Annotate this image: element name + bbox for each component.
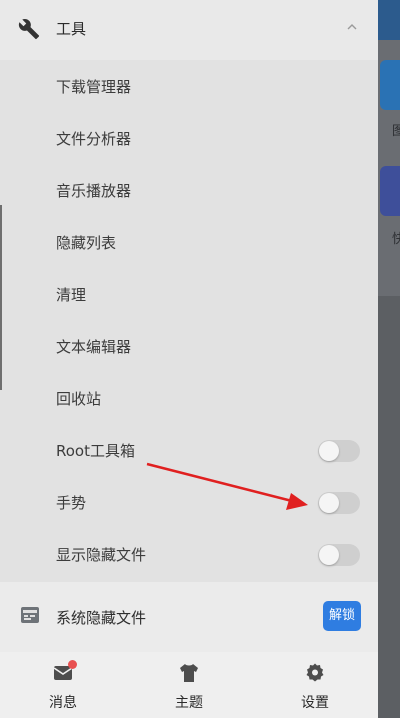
hidden-folder-icon bbox=[21, 607, 39, 623]
menu-item-label: 文件分析器 bbox=[56, 130, 132, 148]
menu-item-music-player[interactable]: 音乐播放器 bbox=[0, 164, 378, 216]
background-app-bar bbox=[378, 0, 400, 40]
section-title: 工具 bbox=[56, 20, 87, 38]
background-tile-indigo bbox=[380, 166, 400, 216]
menu-item-file-analyzer[interactable]: 文件分析器 bbox=[0, 112, 378, 164]
navigation-drawer: 工具 下载管理器 文件分析器 音乐播放器 隐藏列表 清理 文本编辑器 回收站 R… bbox=[0, 0, 378, 718]
tools-menu-list: 下载管理器 文件分析器 音乐播放器 隐藏列表 清理 文本编辑器 回收站 Root… bbox=[0, 60, 378, 582]
gear-icon bbox=[306, 663, 324, 682]
show-hidden-files-toggle[interactable] bbox=[318, 544, 360, 566]
nav-label: 设置 bbox=[301, 695, 329, 711]
menu-item-text-editor[interactable]: 文本编辑器 bbox=[0, 320, 378, 372]
menu-item-label: 显示隐藏文件 bbox=[56, 546, 147, 564]
nav-messages[interactable]: 消息 bbox=[0, 652, 126, 718]
menu-item-label: 回收站 bbox=[56, 390, 102, 408]
background-tile-blue bbox=[380, 60, 400, 110]
unlock-button[interactable]: 解锁 bbox=[323, 601, 361, 631]
nav-themes[interactable]: 主题 bbox=[126, 652, 252, 718]
root-toolbox-toggle[interactable] bbox=[318, 440, 360, 462]
system-hidden-files-row: 系统隐藏文件 解锁 bbox=[0, 582, 378, 652]
menu-item-gestures[interactable]: 手势 bbox=[0, 476, 378, 528]
menu-item-show-hidden-files[interactable]: 显示隐藏文件 bbox=[0, 528, 378, 580]
background-tile-label: 图 bbox=[392, 124, 400, 139]
menu-item-download-manager[interactable]: 下载管理器 bbox=[0, 60, 378, 112]
menu-item-label: 文本编辑器 bbox=[56, 338, 132, 356]
scroll-indicator bbox=[0, 205, 2, 390]
menu-item-root-toolbox[interactable]: Root工具箱 bbox=[0, 424, 378, 476]
wrench-icon bbox=[18, 19, 40, 40]
toggle-knob bbox=[319, 441, 339, 461]
system-hidden-files-label: 系统隐藏文件 bbox=[56, 609, 147, 627]
notification-badge bbox=[68, 660, 77, 669]
tools-section-header[interactable]: 工具 bbox=[0, 0, 378, 60]
nav-label: 消息 bbox=[49, 695, 77, 711]
menu-item-label: 下载管理器 bbox=[56, 78, 132, 96]
toggle-knob bbox=[319, 545, 339, 565]
menu-item-cleaner[interactable]: 清理 bbox=[0, 268, 378, 320]
menu-item-label: 清理 bbox=[56, 286, 87, 304]
nav-label: 主题 bbox=[175, 695, 203, 711]
gestures-toggle[interactable] bbox=[318, 492, 360, 514]
shirt-icon bbox=[180, 664, 198, 682]
toggle-knob bbox=[319, 493, 339, 513]
bottom-navigation: 消息 主题 设置 bbox=[0, 652, 378, 718]
menu-item-label: Root工具箱 bbox=[56, 442, 135, 460]
nav-settings[interactable]: 设置 bbox=[252, 652, 378, 718]
menu-item-label: 音乐播放器 bbox=[56, 182, 132, 200]
menu-item-recycle-bin[interactable]: 回收站 bbox=[0, 372, 378, 424]
menu-item-label: 隐藏列表 bbox=[56, 234, 117, 252]
chevron-up-icon[interactable] bbox=[346, 22, 358, 32]
menu-item-label: 手势 bbox=[56, 494, 87, 512]
menu-item-hidden-list[interactable]: 隐藏列表 bbox=[0, 216, 378, 268]
background-tile-label: 快 bbox=[392, 232, 400, 247]
